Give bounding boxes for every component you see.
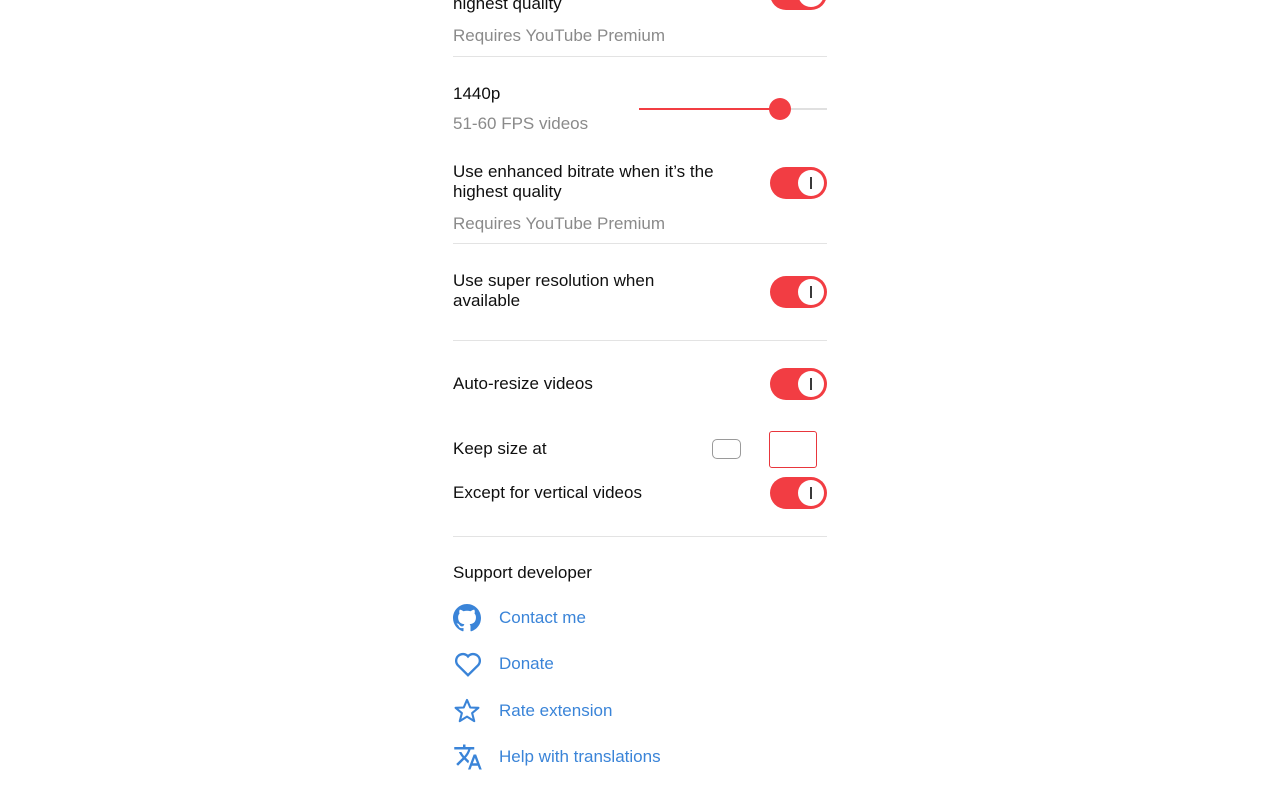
keep-size-label: Keep size at <box>453 439 547 458</box>
contact-me-label: Contact me <box>499 608 586 627</box>
resolution-slider[interactable] <box>639 98 827 120</box>
github-icon <box>453 603 485 633</box>
enhanced-bitrate-label: Use enhanced bitrate when it’s the highe… <box>453 162 714 201</box>
divider <box>453 536 827 537</box>
enhanced-bitrate-toggle[interactable] <box>770 167 827 199</box>
help-translations-label: Help with translations <box>499 747 661 766</box>
rate-extension-link[interactable]: Rate extension <box>453 696 612 726</box>
top-partial-premium-note: Requires YouTube Premium <box>453 26 665 45</box>
slider-thumb[interactable] <box>769 98 791 120</box>
resolution-label: 1440p <box>453 84 501 103</box>
divider <box>453 340 827 341</box>
toggle-knob <box>798 480 824 506</box>
keep-size-input[interactable] <box>769 431 817 468</box>
top-partial-toggle[interactable] <box>770 0 827 10</box>
divider <box>453 56 827 57</box>
heart-icon <box>453 649 485 679</box>
super-resolution-label: Use super resolution when available <box>453 271 655 310</box>
support-heading: Support developer <box>453 563 592 582</box>
donate-link[interactable]: Donate <box>453 649 554 679</box>
keep-size-checkbox[interactable] <box>712 439 741 459</box>
help-translations-link[interactable]: Help with translations <box>453 742 661 772</box>
translate-icon <box>453 742 485 772</box>
except-vertical-toggle[interactable] <box>770 477 827 509</box>
except-vertical-label: Except for vertical videos <box>453 483 642 502</box>
auto-resize-label: Auto-resize videos <box>453 374 593 393</box>
rate-extension-label: Rate extension <box>499 701 613 720</box>
toggle-knob <box>798 279 824 305</box>
slider-fill <box>639 108 780 110</box>
super-resolution-toggle[interactable] <box>770 276 827 308</box>
contact-me-link[interactable]: Contact me <box>453 603 586 633</box>
donate-label: Donate <box>499 654 554 673</box>
resolution-sub: 51-60 FPS videos <box>453 114 589 133</box>
enhanced-bitrate-premium-note: Requires YouTube Premium <box>453 214 665 233</box>
toggle-knob <box>798 0 824 7</box>
toggle-knob <box>798 170 824 196</box>
top-partial-label: highest quality <box>453 0 562 13</box>
divider <box>453 243 827 244</box>
toggle-knob <box>798 371 824 397</box>
star-icon <box>453 696 485 726</box>
settings-panel: highest quality Requires YouTube Premium… <box>453 0 827 800</box>
auto-resize-toggle[interactable] <box>770 368 827 400</box>
